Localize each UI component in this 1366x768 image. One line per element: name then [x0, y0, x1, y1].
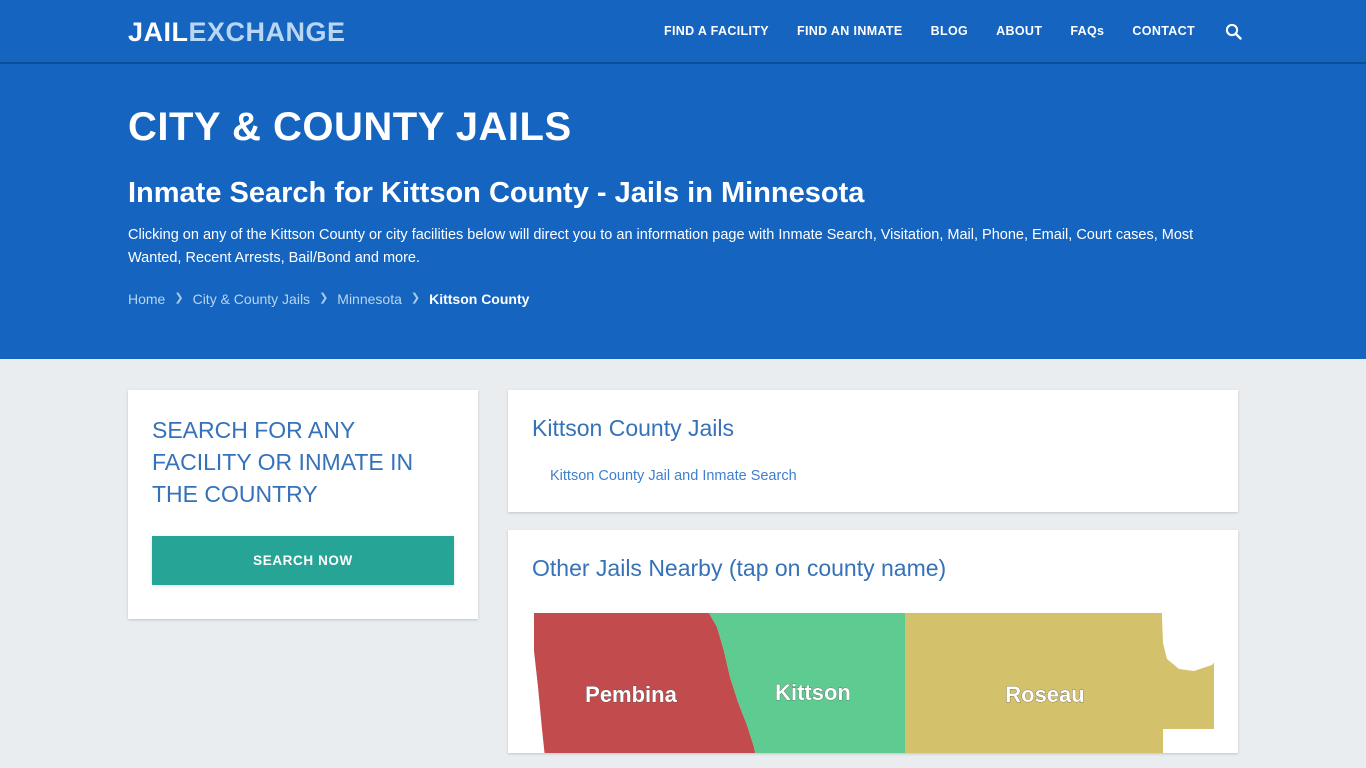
jail-link-list: Kittson County Jail and Inmate Search — [532, 466, 1214, 486]
nav-item-find-a-facility[interactable]: FIND A FACILITY — [650, 0, 783, 62]
county-map-svg[interactable]: Pembina Kittson Roseau — [534, 607, 1214, 753]
nav-item-about[interactable]: ABOUT — [982, 0, 1056, 62]
nav-item-blog[interactable]: BLOG — [917, 0, 983, 62]
breadcrumb-item-minnesota[interactable]: Minnesota — [337, 291, 402, 307]
page-description: Clicking on any of the Kittson County or… — [128, 227, 1194, 266]
search-card-title: SEARCH FOR ANY FACILITY OR INMATE IN THE… — [152, 417, 414, 507]
main-navigation: FIND A FACILITY FIND AN INMATE BLOG ABOU… — [650, 0, 1248, 62]
search-facility-card: SEARCH FOR ANY FACILITY OR INMATE IN THE… — [128, 390, 478, 619]
page-content: SEARCH FOR ANY FACILITY OR INMATE IN THE… — [0, 359, 1366, 768]
sidebar: SEARCH FOR ANY FACILITY OR INMATE IN THE… — [128, 390, 478, 753]
county-label-kittson[interactable]: Kittson — [775, 680, 851, 706]
county-label-pembina[interactable]: Pembina — [585, 682, 678, 708]
site-header: JAILEXCHANGE FIND A FACILITY FIND AN INM… — [0, 0, 1366, 64]
hero-banner: CITY & COUNTY JAILS Inmate Search for Ki… — [0, 64, 1366, 359]
site-logo[interactable]: JAILEXCHANGE — [128, 17, 346, 47]
nearby-card-heading: Other Jails Nearby (tap on county name) — [532, 555, 947, 581]
page-title: CITY & COUNTY JAILS — [128, 105, 572, 149]
main-column: Kittson County Jails Kittson County Jail… — [508, 390, 1238, 753]
breadcrumb-separator: ❯ — [319, 291, 329, 304]
other-jails-nearby-card: Other Jails Nearby (tap on county name) … — [508, 530, 1238, 753]
county-label-roseau[interactable]: Roseau — [1005, 682, 1085, 708]
nav-item-find-an-inmate[interactable]: FIND AN INMATE — [783, 0, 917, 62]
logo-text-primary: JAIL — [128, 17, 189, 47]
nav-item-contact[interactable]: CONTACT — [1118, 0, 1209, 62]
breadcrumb-item-kittson-county: Kittson County — [429, 291, 530, 307]
search-now-button[interactable]: SEARCH NOW — [152, 536, 454, 585]
breadcrumb-item-home[interactable]: Home — [128, 291, 165, 307]
breadcrumb: Home ❯ City & County Jails ❯ Minnesota ❯… — [128, 291, 1238, 307]
list-item: Kittson County Jail and Inmate Search — [550, 466, 1214, 486]
breadcrumb-separator: ❯ — [410, 291, 421, 304]
kittson-county-jails-card: Kittson County Jails Kittson County Jail… — [508, 390, 1238, 512]
county-map[interactable]: Pembina Kittson Roseau — [534, 607, 1214, 753]
breadcrumb-item-city-county-jails[interactable]: City & County Jails — [193, 291, 310, 307]
jails-card-heading: Kittson County Jails — [532, 415, 734, 441]
page-subtitle: Inmate Search for Kittson County - Jails… — [128, 177, 865, 209]
breadcrumb-separator: ❯ — [174, 291, 184, 304]
jail-link-kittson-county-jail[interactable]: Kittson County Jail and Inmate Search — [550, 468, 797, 484]
search-icon[interactable] — [1219, 0, 1248, 62]
nav-item-faqs[interactable]: FAQs — [1056, 0, 1118, 62]
logo-text-secondary: EXCHANGE — [188, 17, 346, 47]
